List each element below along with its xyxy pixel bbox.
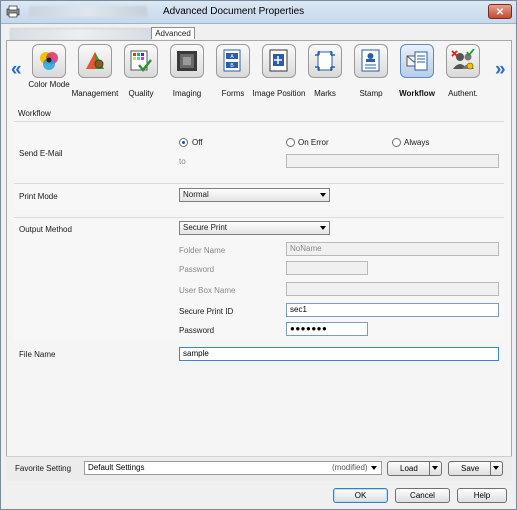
scroll-left-icon[interactable]: « (11, 59, 22, 81)
favorite-setting-value: Default Settings (88, 463, 145, 472)
folder-name-label: Folder Name (179, 246, 226, 255)
stamp-icon (354, 44, 388, 78)
title-bar: Advanced Document Properties ✕ (1, 1, 516, 24)
print-mode-label: Print Mode (19, 192, 58, 201)
scroll-right-icon[interactable]: » (495, 59, 506, 81)
category-label: Color Mode (28, 80, 70, 89)
load-button[interactable]: Load (387, 461, 442, 476)
imaging-icon (170, 44, 204, 78)
authentication-icon (446, 44, 480, 78)
box-password-field[interactable] (286, 261, 368, 275)
send-email-label: Send E-Mail (19, 149, 63, 158)
box-password-label: Password (179, 265, 215, 274)
favorite-setting-select[interactable]: Default Settings (modified) (84, 461, 382, 475)
tab-advanced[interactable]: Advanced (151, 27, 195, 39)
send-email-off-label[interactable]: Off (192, 138, 203, 147)
secure-password-label: Password (179, 326, 215, 335)
email-to-label: to (179, 157, 186, 166)
send-email-off-radio[interactable] (179, 138, 188, 147)
output-method-select[interactable]: Secure Print (179, 221, 330, 235)
send-email-on-error-radio[interactable] (286, 138, 295, 147)
send-email-on-error-label[interactable]: On Error (298, 138, 329, 147)
marks-icon (308, 44, 342, 78)
file-name-label: File Name (19, 350, 56, 359)
chevron-down-icon (320, 226, 326, 230)
send-email-always-label[interactable]: Always (404, 138, 429, 147)
tab-bar: Advanced (10, 27, 508, 41)
user-box-name-label: User Box Name (179, 286, 236, 295)
management-icon (78, 44, 112, 78)
save-label: Save (461, 464, 480, 473)
ok-button[interactable]: OK (333, 488, 388, 503)
chevron-down-icon (320, 193, 326, 197)
color-mode-icon (32, 44, 66, 78)
window-title: Advanced Document Properties (163, 6, 305, 17)
load-label: Load (400, 464, 418, 473)
output-method-group (14, 217, 504, 341)
close-window-button[interactable]: ✕ (488, 4, 512, 19)
secure-print-id-label: Secure Print ID (179, 307, 234, 316)
folder-name-field[interactable]: NoName (286, 242, 499, 256)
quality-icon (124, 44, 158, 78)
print-mode-select[interactable]: Normal (179, 188, 330, 202)
output-method-value: Secure Print (183, 223, 228, 232)
advanced-document-properties-window: Advanced Document Properties ✕ Advanced … (0, 0, 517, 510)
secure-password-field[interactable]: ●●●●●●● (286, 322, 368, 336)
image-position-icon (262, 44, 296, 78)
secure-print-id-field[interactable]: sec1 (286, 303, 499, 317)
user-box-name-field[interactable] (286, 282, 499, 296)
workflow-icon (400, 44, 434, 78)
printer-app-icon (6, 5, 20, 18)
save-button[interactable]: Save (448, 461, 503, 476)
section-title: Workflow (18, 109, 51, 118)
category-label: Authent. (448, 89, 478, 98)
send-email-group (14, 121, 504, 177)
cancel-button[interactable]: Cancel (395, 488, 450, 503)
help-button[interactable]: Help (457, 488, 507, 503)
modified-indicator: (modified) (332, 463, 368, 472)
blurred-document-name (29, 6, 147, 17)
load-dropdown-icon[interactable] (429, 462, 441, 475)
favorite-setting-label: Favorite Setting (15, 464, 72, 473)
file-name-field[interactable]: sample (179, 347, 499, 361)
send-email-always-radio[interactable] (392, 138, 401, 147)
email-to-field[interactable] (286, 154, 499, 168)
category-icon-strip: Color Mode Management Quality Imaging A … (26, 44, 496, 102)
category-authentication[interactable]: Authent. (440, 44, 486, 102)
chevron-down-icon (371, 466, 377, 470)
save-dropdown-icon[interactable] (490, 462, 502, 475)
print-mode-value: Normal (183, 190, 209, 199)
forms-icon: A B (216, 44, 250, 78)
output-method-label: Output Method (19, 225, 72, 234)
